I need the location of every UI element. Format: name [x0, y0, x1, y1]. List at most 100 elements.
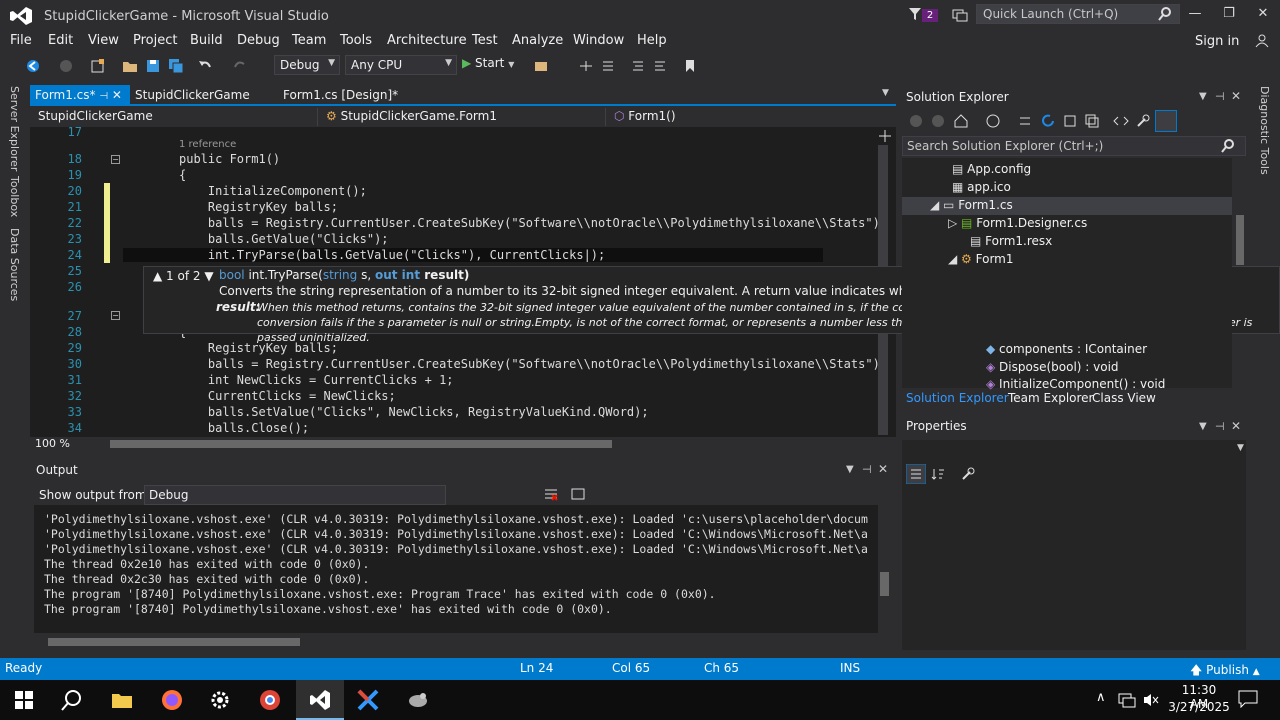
server-explorer-tab[interactable]: Server Explorer — [8, 86, 21, 171]
windows-start-icon[interactable] — [12, 688, 36, 712]
notifications-icon[interactable] — [1238, 690, 1258, 708]
properties-wrench-icon[interactable] — [1135, 113, 1151, 129]
reference-codelens[interactable]: 1 reference — [179, 139, 236, 150]
class-dropdown[interactable]: ⚙ StupidClickerGame.Form1 — [322, 108, 606, 126]
format-icon[interactable] — [600, 58, 616, 74]
file-explorer-icon[interactable] — [110, 688, 134, 712]
menu-file[interactable]: File — [10, 33, 32, 48]
volume-muted-icon[interactable] — [1142, 692, 1160, 708]
close-icon[interactable]: ✕ — [1231, 419, 1241, 433]
publish-button[interactable]: 🡅 Publish ▲ — [1190, 661, 1260, 682]
solution-explorer-search[interactable]: Search Solution Explorer (Ctrl+;) — [902, 136, 1246, 156]
tree-item-initializecomponent[interactable]: ◈ InitializeComponent() : void — [986, 377, 1165, 391]
feedback-icon[interactable] — [952, 7, 968, 23]
visual-studio-blend-icon[interactable] — [356, 688, 380, 712]
clock-date[interactable]: 3/27/2025 — [1168, 700, 1230, 714]
comment-icon[interactable] — [630, 58, 646, 74]
menu-architecture[interactable]: Architecture — [387, 33, 467, 48]
maximize-button[interactable]: ❐ — [1214, 4, 1244, 24]
network-icon[interactable] — [1118, 692, 1136, 708]
tree-item-form1-cs[interactable]: ◢ ▭ Form1.cs — [930, 198, 1013, 212]
tree-item-app-config[interactable]: ▤ App.config — [952, 162, 1031, 176]
property-pages-icon[interactable] — [960, 466, 976, 482]
editor-horizontal-scrollbar[interactable] — [110, 440, 612, 448]
forward-icon[interactable] — [58, 58, 74, 74]
member-dropdown[interactable]: ⬡ Form1() — [610, 108, 894, 126]
app-icon[interactable] — [406, 688, 430, 712]
start-button[interactable]: ▶ Start ▼ — [462, 56, 514, 70]
output-source-dropdown[interactable]: Debug — [144, 485, 446, 505]
pin-icon[interactable]: ⊣ — [99, 91, 108, 102]
tree-item-dispose[interactable]: ◈ Dispose(bool) : void — [986, 360, 1119, 374]
save-all-icon[interactable] — [168, 58, 184, 74]
firefox-icon[interactable] — [160, 688, 184, 712]
close-icon[interactable]: ✕ — [878, 462, 888, 476]
solution-platform-dropdown[interactable]: Any CPU ▼ — [345, 55, 457, 75]
pin-icon[interactable]: ⊣ — [1215, 420, 1225, 433]
uncomment-icon[interactable] — [652, 58, 668, 74]
preview-selected-items-button[interactable] — [1155, 110, 1177, 132]
chevron-down-icon[interactable]: ▼ — [846, 464, 854, 475]
sign-in-link[interactable]: Sign in — [1195, 34, 1239, 49]
diagnostic-tools-tab[interactable]: Diagnostic Tools — [1258, 86, 1271, 175]
step-icon[interactable] — [578, 58, 594, 74]
tab-form1-cs[interactable]: Form1.cs* ⊣ ✕ — [30, 85, 130, 105]
menu-team[interactable]: Team — [292, 33, 326, 48]
menu-project[interactable]: Project — [133, 33, 177, 48]
home-icon[interactable] — [953, 113, 969, 129]
search-icon[interactable] — [1158, 7, 1172, 21]
visual-studio-icon[interactable] — [308, 688, 332, 712]
menu-analyze[interactable]: Analyze — [512, 33, 563, 48]
save-icon[interactable] — [145, 58, 161, 74]
output-horizontal-scrollbar[interactable] — [48, 638, 300, 646]
search-icon[interactable] — [60, 688, 84, 712]
pin-icon[interactable]: ⊣ — [862, 463, 872, 476]
person-icon[interactable] — [1255, 34, 1269, 48]
quick-launch-input[interactable]: Quick Launch (Ctrl+Q) — [976, 4, 1180, 24]
sync-icon[interactable] — [1017, 113, 1033, 129]
chevron-up-icon[interactable]: ∧ — [1096, 690, 1106, 705]
menu-window[interactable]: Window — [573, 33, 624, 48]
project-dropdown[interactable]: StupidClickerGame — [34, 108, 318, 126]
forward-icon[interactable] — [930, 113, 946, 129]
menu-view[interactable]: View — [88, 33, 119, 48]
alphabetical-icon[interactable] — [931, 466, 947, 482]
close-button[interactable]: ✕ — [1248, 4, 1278, 24]
solution-configuration-dropdown[interactable]: Debug ▼ — [274, 55, 340, 75]
tree-item-form1-resx[interactable]: ▤ Form1.resx — [970, 234, 1052, 248]
undo-icon[interactable] — [197, 58, 213, 74]
back-icon[interactable] — [908, 113, 924, 129]
chevron-down-icon[interactable]: ▼ — [1237, 443, 1244, 453]
output-vertical-scrollbar[interactable] — [880, 572, 889, 596]
refresh-icon[interactable] — [1040, 113, 1056, 129]
history-icon[interactable] — [985, 113, 1001, 129]
tab-stupidclickergame[interactable]: StupidClickerGame — [130, 85, 255, 105]
close-icon[interactable]: ✕ — [1231, 89, 1241, 103]
notification-badge[interactable]: 2 — [922, 9, 938, 22]
new-project-icon[interactable] — [90, 58, 106, 74]
data-sources-tab[interactable]: Data Sources — [8, 228, 21, 301]
tab-team-explorer[interactable]: Team Explorer — [1008, 391, 1094, 405]
open-icon[interactable] — [122, 58, 138, 74]
tree-item-app-ico[interactable]: ▦ app.ico — [952, 180, 1011, 194]
menu-help[interactable]: Help — [637, 33, 667, 48]
tree-item-components[interactable]: ◆ components : IContainer — [986, 342, 1147, 356]
pin-icon[interactable]: ⊣ — [1215, 90, 1225, 103]
tab-solution-explorer[interactable]: Solution Explorer — [906, 391, 1009, 405]
tree-item-form1-designer[interactable]: ▷ ▤ Form1.Designer.cs — [948, 216, 1087, 230]
tree-item-form1-class[interactable]: ◢ ⚙ Form1 — [948, 252, 1014, 266]
overload-navigator[interactable]: ▲ 1 of 2 ▼ — [153, 269, 214, 283]
word-wrap-icon[interactable] — [570, 486, 586, 502]
tab-form1-design[interactable]: Form1.cs [Design]* — [278, 85, 403, 105]
view-code-icon[interactable] — [1113, 113, 1129, 129]
menu-build[interactable]: Build — [190, 33, 223, 48]
browser-link-icon[interactable] — [533, 58, 549, 74]
collapse-icon[interactable]: − — [111, 311, 120, 320]
bookmark-icon[interactable] — [682, 58, 698, 74]
split-icon[interactable] — [879, 130, 891, 142]
collapse-all-icon[interactable] — [1062, 113, 1078, 129]
show-all-files-icon[interactable] — [1084, 113, 1100, 129]
tab-overflow-icon[interactable]: ▼ — [882, 88, 889, 98]
chevron-down-icon[interactable]: ▼ — [1199, 91, 1207, 102]
chevron-down-icon[interactable]: ▼ — [1199, 421, 1207, 432]
